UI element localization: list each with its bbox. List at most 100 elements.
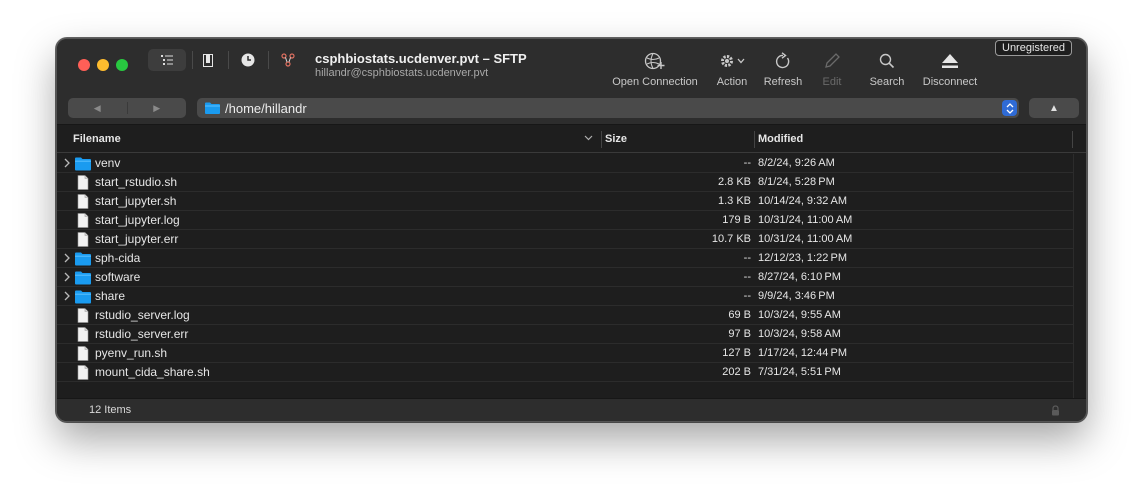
- open-connection-label: Open Connection: [612, 76, 698, 88]
- file-name: start_jupyter.err: [95, 232, 179, 246]
- history-button[interactable]: [237, 49, 259, 71]
- column-size[interactable]: Size: [605, 126, 627, 153]
- document-icon: [77, 308, 89, 323]
- disclosure-triangle-icon[interactable]: [63, 253, 71, 263]
- folder-icon: [75, 271, 91, 285]
- table-row[interactable]: start_rstudio.sh 2.8 KB 8/1/24, 5:28 PM: [57, 173, 1073, 192]
- file-name: pyenv_run.sh: [95, 346, 168, 360]
- document-icon: [77, 346, 89, 361]
- table-row[interactable]: software -- 8/27/24, 6:10 PM: [57, 268, 1073, 287]
- refresh-button[interactable]: Refresh: [759, 50, 807, 88]
- outline-view-button[interactable]: [148, 49, 186, 71]
- unregistered-badge[interactable]: Unregistered: [995, 40, 1072, 56]
- toolbar-separator: [192, 51, 193, 69]
- table-row[interactable]: venv -- 8/2/24, 9:26 AM: [57, 154, 1073, 173]
- minimize-window-button[interactable]: [97, 59, 109, 71]
- file-modified: 10/3/24, 9:58 AM: [758, 328, 841, 340]
- gear-icon: [721, 55, 745, 67]
- navigation-bar: ◀ ▶ /home/hillandr ▲: [57, 95, 1086, 125]
- folder-icon: [75, 290, 91, 304]
- action-label: Action: [716, 76, 748, 88]
- edit-button[interactable]: Edit: [817, 50, 847, 88]
- window-title: csphbiostats.ucdenver.pvt – SFTP: [315, 51, 527, 66]
- file-modified: 12/12/23, 1:22 PM: [758, 252, 848, 264]
- file-name: start_jupyter.log: [95, 213, 180, 227]
- file-modified: 7/31/24, 5:51 PM: [758, 366, 841, 378]
- file-name: rstudio_server.err: [95, 327, 189, 341]
- refresh-label: Refresh: [763, 76, 803, 88]
- network-icon: [281, 53, 295, 67]
- file-size: 202 B: [722, 366, 751, 378]
- scrollbar-track[interactable]: [1073, 154, 1086, 400]
- file-modified: 8/27/24, 6:10 PM: [758, 271, 841, 283]
- table-row[interactable]: share -- 9/9/24, 3:46 PM: [57, 287, 1073, 306]
- file-size: 97 B: [728, 328, 751, 340]
- eject-icon: [942, 54, 958, 68]
- column-separator[interactable]: [601, 131, 602, 148]
- file-name: sph-cida: [95, 251, 141, 265]
- file-list: venv -- 8/2/24, 9:26 AM start_rstudio.sh 2.8…: [57, 154, 1073, 382]
- folder-icon: [75, 252, 91, 266]
- column-separator[interactable]: [754, 131, 755, 148]
- file-size: 10.7 KB: [711, 233, 751, 245]
- table-row[interactable]: start_jupyter.log 179 B 10/31/24, 11:00 AM: [57, 211, 1073, 230]
- file-modified: 8/1/24, 5:28 PM: [758, 176, 835, 188]
- table-row[interactable]: rstudio_server.err 97 B 10/3/24, 9:58 AM: [57, 325, 1073, 344]
- disclosure-triangle-icon[interactable]: [63, 158, 71, 168]
- search-button[interactable]: Search: [865, 50, 909, 88]
- file-modified: 10/3/24, 9:55 AM: [758, 309, 841, 321]
- outline-icon: [161, 55, 173, 65]
- bookmarks-button[interactable]: [197, 49, 219, 71]
- table-row[interactable]: start_jupyter.sh 1.3 KB 10/14/24, 9:32 AM: [57, 192, 1073, 211]
- disclosure-triangle-icon[interactable]: [63, 291, 71, 301]
- file-modified: 10/31/24, 11:00 AM: [758, 233, 853, 245]
- file-modified: 8/2/24, 9:26 AM: [758, 157, 835, 169]
- file-size: --: [743, 271, 751, 283]
- document-icon: [77, 327, 89, 342]
- open-connection-button[interactable]: Open Connection: [609, 50, 701, 88]
- file-size: --: [743, 290, 751, 302]
- file-modified: 10/14/24, 9:32 AM: [758, 195, 848, 207]
- table-row[interactable]: rstudio_server.log 69 B 10/3/24, 9:55 AM: [57, 306, 1073, 325]
- chevron-down-icon[interactable]: [584, 135, 593, 141]
- back-forward-control: ◀ ▶: [68, 98, 186, 118]
- disclosure-triangle-icon[interactable]: [63, 272, 71, 282]
- folder-icon: [75, 157, 91, 171]
- disconnect-button[interactable]: Disconnect: [917, 50, 983, 88]
- table-row[interactable]: start_jupyter.err 10.7 KB 10/31/24, 11:00 …: [57, 230, 1073, 249]
- file-size: 1.3 KB: [717, 195, 751, 207]
- column-separator[interactable]: [1072, 131, 1073, 148]
- table-row[interactable]: pyenv_run.sh 127 B 1/17/24, 12:44 PM: [57, 344, 1073, 363]
- document-icon: [77, 175, 89, 190]
- file-size: 2.8 KB: [717, 176, 751, 188]
- forward-button[interactable]: ▶: [128, 98, 187, 118]
- current-path: /home/hillandr: [225, 100, 307, 116]
- action-menu-button[interactable]: Action: [711, 50, 753, 88]
- file-size: 127 B: [722, 347, 751, 359]
- toolbar-separator: [268, 51, 269, 69]
- chevron-updown-icon[interactable]: [1002, 100, 1017, 116]
- bonjour-button[interactable]: [277, 49, 299, 71]
- file-name: start_rstudio.sh: [95, 175, 178, 189]
- path-selector[interactable]: /home/hillandr: [197, 98, 1019, 118]
- table-row[interactable]: sph-cida -- 12/12/23, 1:22 PM: [57, 249, 1073, 268]
- file-size: 69 B: [728, 309, 751, 321]
- refresh-icon: [775, 52, 790, 69]
- sftp-browser-window: csphbiostats.ucdenver.pvt – SFTP hilland…: [56, 38, 1087, 422]
- document-icon: [77, 232, 89, 247]
- file-name: start_jupyter.sh: [95, 194, 177, 208]
- table-row[interactable]: mount_cida_share.sh 202 B 7/31/24, 5:51 PM: [57, 363, 1073, 382]
- close-window-button[interactable]: [78, 59, 90, 71]
- window-subtitle: hillandr@csphbiostats.ucdenver.pvt: [315, 67, 489, 79]
- status-bar: 12 Items: [57, 398, 1086, 421]
- back-button[interactable]: ◀: [68, 98, 127, 118]
- file-modified: 1/17/24, 12:44 PM: [758, 347, 848, 359]
- column-modified[interactable]: Modified: [758, 126, 803, 153]
- file-table-header: Filename Size Modified: [57, 126, 1086, 153]
- column-filename[interactable]: Filename: [73, 126, 121, 153]
- toolbar: csphbiostats.ucdenver.pvt – SFTP hilland…: [57, 39, 1086, 95]
- search-label: Search: [869, 76, 905, 88]
- parent-directory-button[interactable]: ▲: [1029, 98, 1079, 118]
- file-name: share: [95, 289, 126, 303]
- zoom-window-button[interactable]: [116, 59, 128, 71]
